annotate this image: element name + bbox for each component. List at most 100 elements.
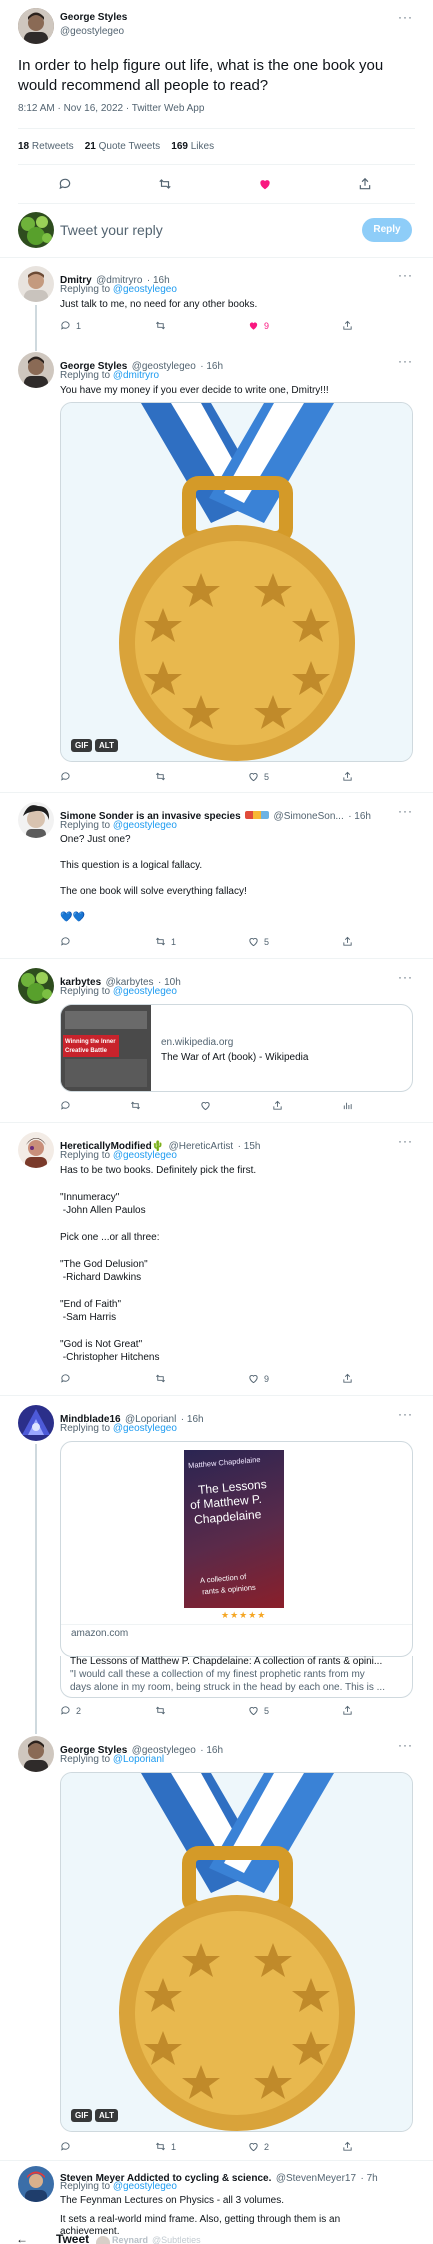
replying-to-link[interactable]: @geostylegeo xyxy=(113,1150,177,1161)
tweet-time[interactable]: · 7h xyxy=(360,2173,377,2184)
more-icon[interactable]: ··· xyxy=(398,268,413,282)
gif-badge: GIF xyxy=(71,2109,93,2122)
tweet-time[interactable]: · 15h xyxy=(238,1141,261,1152)
back-button[interactable]: ← xyxy=(16,2232,28,2244)
quotes-stat[interactable]: 21 Quote Tweets xyxy=(85,141,160,152)
more-icon[interactable]: ··· xyxy=(398,1738,413,1752)
reply-count: 1 xyxy=(76,320,82,331)
retweets-stat[interactable]: 18 Retweets xyxy=(18,141,74,152)
replying-to-link[interactable]: @geostylegeo xyxy=(113,284,177,295)
avatar[interactable] xyxy=(18,1736,54,1772)
heart-icon xyxy=(201,1101,210,1111)
reply-button[interactable]: 2 xyxy=(60,1705,81,1716)
like-button[interactable]: 5 xyxy=(248,936,269,947)
reply-button[interactable] xyxy=(60,1373,71,1384)
share-button[interactable] xyxy=(342,771,353,782)
like-button[interactable]: 5 xyxy=(248,1705,269,1716)
avatar[interactable] xyxy=(18,968,54,1004)
reply-icon xyxy=(61,772,70,781)
like-button[interactable]: 5 xyxy=(248,771,269,782)
reply-button[interactable] xyxy=(60,936,71,947)
avatar[interactable] xyxy=(18,2166,54,2202)
book-cover: Matthew Chapdelaine The Lessons of Matth… xyxy=(184,1450,284,1608)
reply-button[interactable] xyxy=(60,2141,71,2152)
retweet-button[interactable]: 1 xyxy=(155,936,176,947)
share-button[interactable] xyxy=(342,936,353,947)
reply-button[interactable] xyxy=(60,771,71,782)
replying-to-link[interactable]: @geostylegeo xyxy=(113,820,177,831)
retweet-button[interactable] xyxy=(155,1705,166,1716)
tweet-time[interactable]: · 16h xyxy=(181,1414,204,1425)
tweet-text: Pick one ...or all three: xyxy=(60,1232,160,1243)
author-handle[interactable]: @geostylegeo xyxy=(60,26,124,37)
author-handle[interactable]: @HereticArtist xyxy=(169,1141,234,1152)
alt-badge[interactable]: ALT xyxy=(95,739,118,752)
reply-icon xyxy=(61,1706,70,1715)
likes-stat[interactable]: 169 Likes xyxy=(171,141,214,152)
tweet-time[interactable]: · 16h xyxy=(200,361,223,372)
replying-to-link[interactable]: @Loporianl xyxy=(113,1754,164,1765)
link-domain: en.wikipedia.org xyxy=(161,1037,234,1048)
like-button[interactable] xyxy=(258,177,272,191)
more-icon[interactable]: ··· xyxy=(398,970,413,984)
share-button[interactable] xyxy=(342,1705,353,1716)
author-handle[interactable]: @SimoneSon... xyxy=(274,811,344,822)
gif-media[interactable]: GIF ALT xyxy=(60,1772,413,2132)
analytics-button[interactable] xyxy=(342,1100,353,1111)
reply-button[interactable] xyxy=(60,1100,71,1111)
more-icon[interactable]: ··· xyxy=(398,804,413,818)
retweet-icon xyxy=(156,1374,165,1383)
avatar[interactable] xyxy=(18,8,54,44)
replying-to-link[interactable]: @geostylegeo xyxy=(113,1423,177,1434)
tweet-text: -Christopher Hitchens xyxy=(60,1352,160,1363)
retweet-button[interactable] xyxy=(158,177,172,191)
avatar[interactable] xyxy=(18,1132,54,1168)
alt-badge[interactable]: ALT xyxy=(95,2109,118,2122)
replying-to-link[interactable]: @geostylegeo xyxy=(113,986,177,997)
author-handle[interactable]: @StevenMeyer17 xyxy=(276,2173,356,2184)
reply-submit-button[interactable]: Reply xyxy=(362,218,412,242)
retweet-button[interactable] xyxy=(155,771,166,782)
reply-button[interactable] xyxy=(58,177,72,191)
share-button[interactable] xyxy=(342,320,353,331)
like-button[interactable]: 9 xyxy=(248,320,269,331)
medal-image xyxy=(61,403,412,761)
share-button[interactable] xyxy=(342,1373,353,1384)
more-icon[interactable]: ··· xyxy=(398,1134,413,1148)
reply-button[interactable]: 1 xyxy=(60,320,81,331)
retweet-button[interactable] xyxy=(155,320,171,331)
share-button[interactable] xyxy=(342,2141,353,2152)
link-card[interactable]: Winning the Inner Creative Battle en.wik… xyxy=(60,1004,413,1092)
product-card[interactable]: Matthew Chapdelaine The Lessons of Matth… xyxy=(60,1441,413,1657)
more-icon[interactable]: ··· xyxy=(398,1407,413,1421)
reply-input[interactable]: Tweet your reply xyxy=(60,222,163,238)
replying-to-link[interactable]: @dmitryro xyxy=(113,370,159,381)
avatar[interactable] xyxy=(18,802,54,838)
reply-icon xyxy=(61,937,70,946)
gif-media[interactable]: GIF ALT xyxy=(60,402,413,762)
tweet-timestamp[interactable]: 8:12 AM · Nov 16, 2022 · Twitter Web App xyxy=(18,103,204,114)
avatar[interactable] xyxy=(18,212,54,248)
like-button[interactable]: 2 xyxy=(248,2141,269,2152)
author-name[interactable]: George Styles xyxy=(60,12,127,23)
avatar[interactable] xyxy=(18,352,54,388)
share-button[interactable] xyxy=(272,1100,283,1111)
book-author: Matthew Chapdelaine xyxy=(187,1454,261,1471)
replying-to-label: Replying to xyxy=(60,1150,113,1161)
avatar[interactable] xyxy=(18,1405,54,1441)
retweet-button[interactable]: 1 xyxy=(155,2141,176,2152)
like-button[interactable] xyxy=(200,1100,211,1111)
share-button[interactable] xyxy=(358,177,372,191)
replying-to: Replying to @geostylegeo xyxy=(60,2181,177,2192)
more-icon[interactable]: ··· xyxy=(398,10,413,24)
tweet-time[interactable]: · 16h xyxy=(348,811,371,822)
reply-icon xyxy=(61,1101,70,1110)
replying-to-link[interactable]: @geostylegeo xyxy=(113,2181,177,2192)
retweet-button[interactable] xyxy=(130,1100,141,1111)
more-icon[interactable]: ··· xyxy=(398,354,413,368)
heart-emojis: 💙💙 xyxy=(60,912,85,923)
retweet-button[interactable] xyxy=(155,1373,166,1384)
like-button[interactable]: 9 xyxy=(248,1373,269,1384)
tweet-time[interactable]: · 16h xyxy=(200,1745,223,1756)
avatar[interactable] xyxy=(18,266,54,302)
